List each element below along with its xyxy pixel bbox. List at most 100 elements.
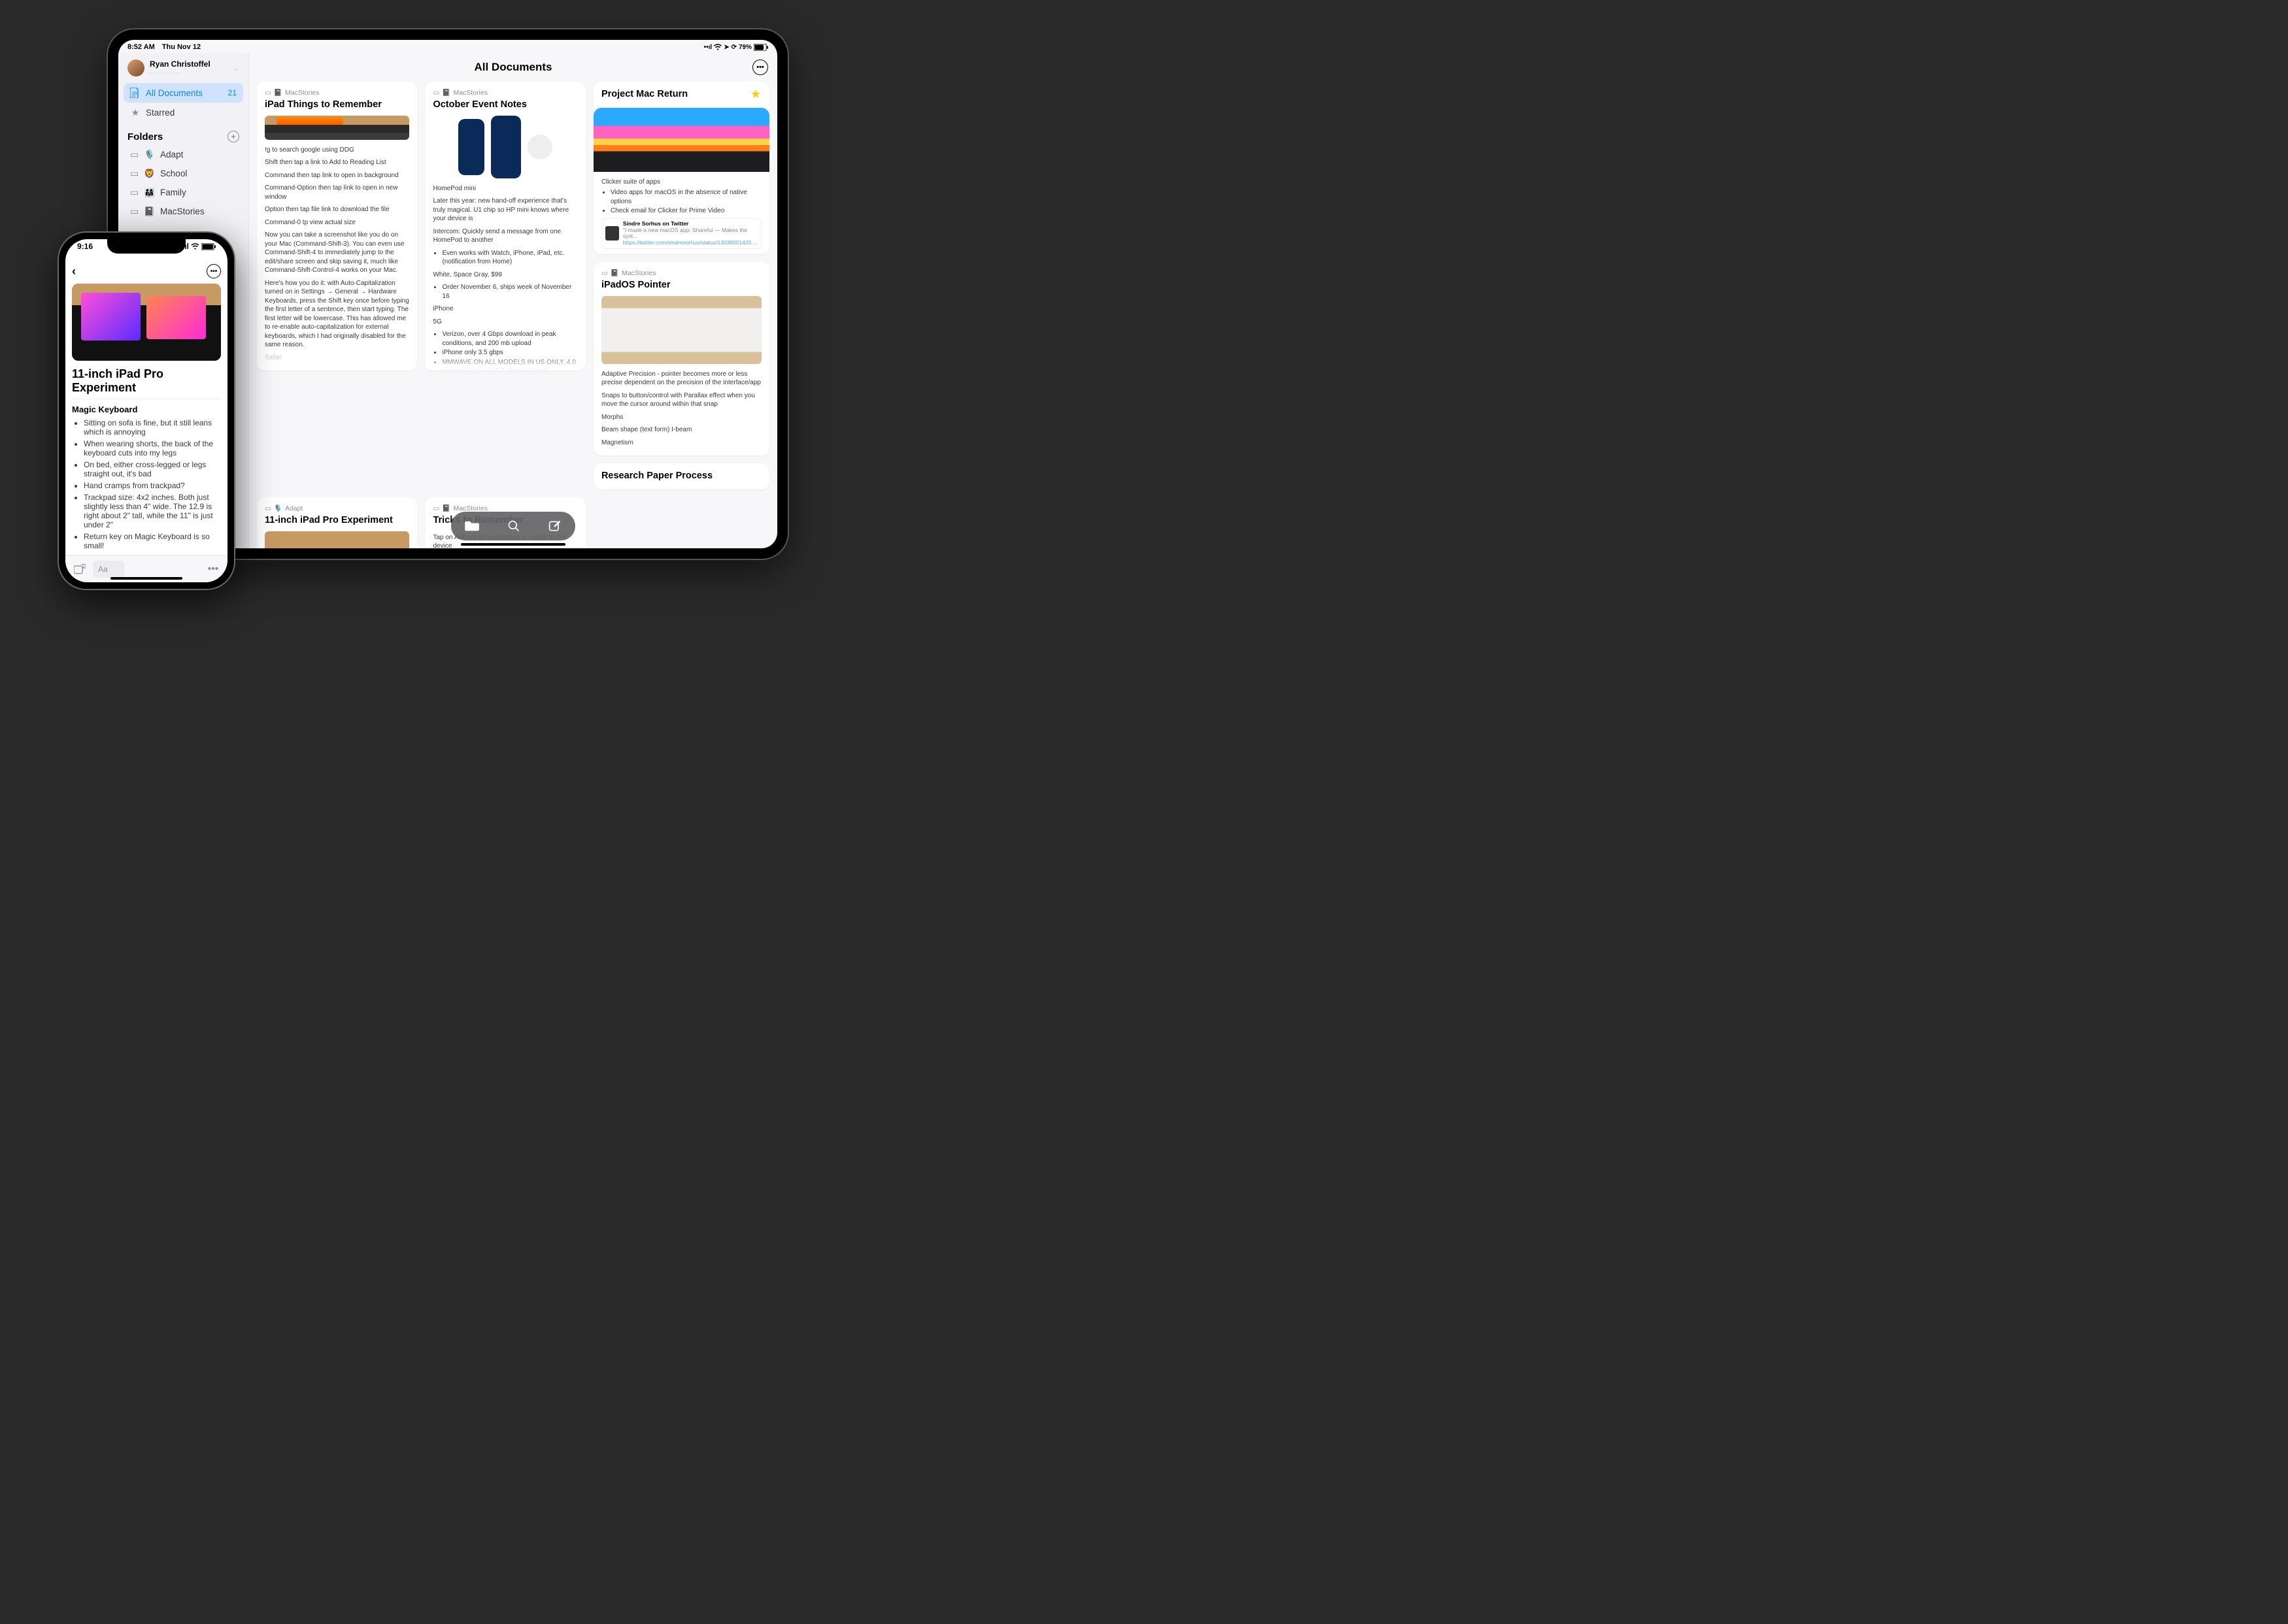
card-bullet: Verizon, over 4 Gbps download in peak co… xyxy=(442,330,577,348)
rotation-lock-icon: ⟳ xyxy=(732,44,737,51)
doc-card-october-event[interactable]: ▭📓MacStories October Event Notes HomePod… xyxy=(425,82,585,371)
compose-icon[interactable] xyxy=(548,520,562,533)
card-text: Adaptive Precision - pointer becomes mor… xyxy=(601,370,762,388)
list-item: Return key on Magic Keyboard is so small… xyxy=(84,532,221,550)
card-title: 11-inch iPad Pro Experiment xyxy=(265,514,409,527)
folder-item-macstories[interactable]: ▭ 📓 MacStories xyxy=(124,202,243,221)
card-bullet: Check email for Clicker for Prime Video xyxy=(611,207,762,216)
card-text: Beam shape (text form) I-beam xyxy=(601,425,762,435)
iphone-content: ‹ ••• 11-inch iPad Pro Experiment Magic … xyxy=(65,259,227,582)
location-icon: ➤ xyxy=(724,44,729,51)
doc-card-ipados-pointer[interactable]: ▭📓MacStories iPadOS Pointer Adaptive Pre… xyxy=(594,262,769,456)
card-text: Command then tap link to open in backgro… xyxy=(265,171,409,180)
card-text: Snaps to button/control with Parallax ef… xyxy=(601,391,762,409)
card-path-label: MacStories xyxy=(453,88,488,97)
card-title: iPad Things to Remember xyxy=(265,99,409,112)
folder-emoji: 📓 xyxy=(611,269,619,278)
folder-label: Adapt xyxy=(160,150,183,159)
card-title: Project Mac Return xyxy=(601,88,762,101)
folder-label: Family xyxy=(160,188,186,197)
card-title: iPadOS Pointer xyxy=(601,279,762,292)
list-item: Sitting on sofa is fine, but it still le… xyxy=(84,418,221,437)
ipad-status-bar: 8:52 AM Thu Nov 12 ••ıl ➤ ⟳ 79% xyxy=(118,40,777,53)
card-title: October Event Notes xyxy=(433,99,577,112)
status-time: 9:16 xyxy=(77,242,93,251)
card-path-label: MacStories xyxy=(622,269,656,278)
card-text: 5G xyxy=(433,318,577,327)
folder-item-adapt[interactable]: ▭ 🎙️ Adapt xyxy=(124,145,243,164)
card-text: Command-0 tp view actual size xyxy=(265,218,409,227)
battery-icon xyxy=(201,243,216,250)
card-text: Shift then tap a link to Add to Reading … xyxy=(265,158,409,167)
card-text: Now you can take a screenshot like you d… xyxy=(265,231,409,275)
home-indicator[interactable] xyxy=(461,543,565,546)
sidebar-item-count: 21 xyxy=(228,88,237,97)
wifi-icon xyxy=(714,44,722,50)
folder-emoji: 👨‍👩‍👧 xyxy=(144,188,155,198)
card-text: Magnetism xyxy=(601,439,762,448)
document-grid: ▭📓MacStories iPad Things to Remember !g … xyxy=(249,82,777,548)
profile-row[interactable]: Ryan Christoffel ··· · ······ ·· ⌄ xyxy=(124,57,243,83)
add-block-icon[interactable] xyxy=(72,561,88,577)
signal-icon: ••ıl xyxy=(704,44,713,51)
folder-emoji: 📓 xyxy=(144,207,155,217)
main-header: All Documents ••• xyxy=(249,53,777,82)
card-text: Here's how you do it: with Auto-Capitali… xyxy=(265,279,409,350)
battery-pct: 79% xyxy=(739,44,752,51)
notch xyxy=(107,239,186,254)
more-icon[interactable]: ••• xyxy=(205,561,221,577)
card-thumbnail xyxy=(265,116,409,140)
card-text: HomePod mini xyxy=(433,184,577,193)
folder-label: MacStories xyxy=(160,207,205,216)
battery-icon xyxy=(754,44,768,51)
folder-emoji: 🦁 xyxy=(144,169,155,179)
folder-icon: ▭ xyxy=(130,206,139,217)
link-preview: Sindre Sorhus on Twitter "I made a new m… xyxy=(601,218,762,249)
sidebar-item-label: All Documents xyxy=(146,88,203,98)
card-text: iPhone xyxy=(433,305,577,314)
folder-item-school[interactable]: ▭ 🦁 School xyxy=(124,164,243,183)
card-path-label: Adapt xyxy=(285,504,303,513)
card-text: Later this year: new hand-off experience… xyxy=(433,197,577,224)
folder-emoji: 📓 xyxy=(442,504,450,513)
doc-card-project-mac-return[interactable]: ★ Project Mac Return Clicker suite of ap… xyxy=(594,82,769,254)
card-thumbnail xyxy=(265,531,409,548)
sidebar-item-starred[interactable]: ★ Starred xyxy=(124,103,243,123)
doc-card-research-paper-process[interactable]: Research Paper Process xyxy=(594,463,769,489)
doc-card-11in-ipad-experiment[interactable]: ▭🎙️Adapt 11-inch iPad Pro Experiment Mag… xyxy=(257,497,417,548)
link-text: "I made a new macOS app: Shareful — Make… xyxy=(623,227,758,240)
folder-item-family[interactable]: ▭ 👨‍👩‍👧 Family xyxy=(124,183,243,202)
doc-card-ipad-things[interactable]: ▭📓MacStories iPad Things to Remember !g … xyxy=(257,82,417,371)
sidebar-item-all-documents[interactable]: All Documents 21 xyxy=(124,83,243,103)
main-area: All Documents ••• ▭📓MacStories iPad Thin… xyxy=(249,53,777,548)
card-text: Morphs xyxy=(601,413,762,422)
hero-image xyxy=(72,284,221,361)
status-time-date: 8:52 AM Thu Nov 12 xyxy=(127,43,201,51)
folder-icon: ▭ xyxy=(130,168,139,179)
search-icon[interactable] xyxy=(507,520,520,533)
card-bullet: Even works with Watch, iPhone, iPad, etc… xyxy=(442,249,577,267)
card-text: Command-Option then tap link to open in … xyxy=(265,184,409,201)
link-url: https://twitter.com/sindresorhus/status/… xyxy=(623,240,758,246)
profile-subtext: ··· · ······ ·· xyxy=(150,69,210,76)
home-indicator[interactable] xyxy=(110,577,182,580)
format-field[interactable]: Aa xyxy=(93,561,124,578)
card-text: Option then tap file link to download th… xyxy=(265,205,409,214)
card-path-label: MacStories xyxy=(285,88,320,97)
more-button[interactable]: ••• xyxy=(752,59,768,75)
document-icon xyxy=(130,88,141,98)
folder-emoji: 🎙️ xyxy=(274,504,282,513)
list-item: Hand cramps from trackpad? xyxy=(84,481,221,490)
folder-label: School xyxy=(160,169,187,178)
wifi-icon xyxy=(191,243,199,250)
folder-emoji: 📓 xyxy=(442,88,450,97)
folder-icon: ▭ xyxy=(433,504,439,513)
add-folder-button[interactable]: + xyxy=(227,131,239,142)
list-item: On bed, either cross-legged or legs stra… xyxy=(84,460,221,478)
folder-icon[interactable] xyxy=(465,520,479,532)
sidebar-heading-folders: Folders + xyxy=(124,123,243,145)
back-button[interactable]: ‹ xyxy=(72,265,76,278)
more-button[interactable]: ••• xyxy=(207,264,221,278)
folder-icon: ▭ xyxy=(265,88,271,97)
note-bullet-list: Sitting on sofa is fine, but it still le… xyxy=(72,418,221,550)
